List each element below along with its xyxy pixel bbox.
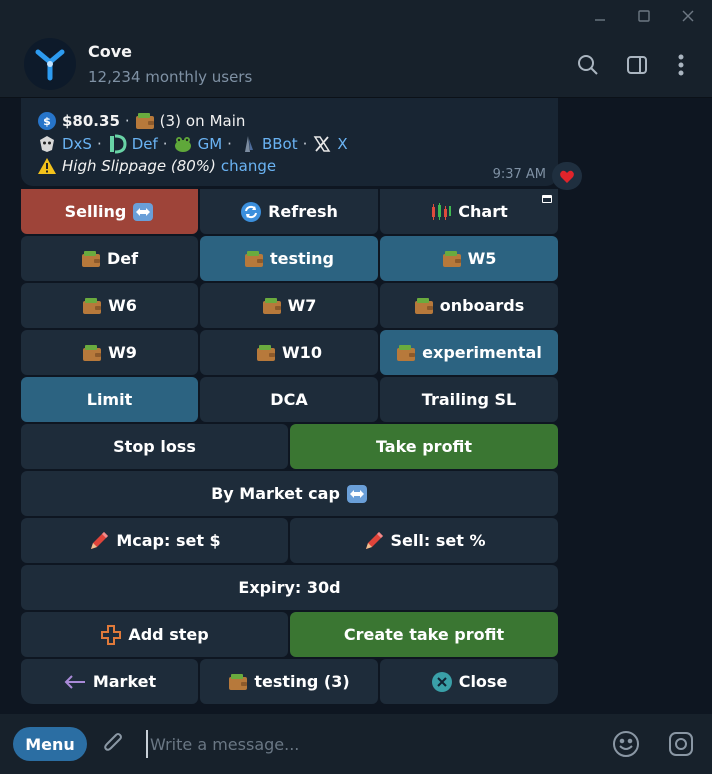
wallet-def-button[interactable]: Def xyxy=(21,236,198,281)
wallet-count: (3) xyxy=(159,112,181,130)
usdc-coin-icon: $ xyxy=(37,111,57,131)
warning-icon xyxy=(37,157,57,175)
wallet-testing-button[interactable]: testing xyxy=(200,236,378,281)
mcap-set-button[interactable]: Mcap: set $ xyxy=(21,518,288,563)
pencil-icon xyxy=(363,530,385,552)
wallet-icon xyxy=(442,250,462,268)
reaction-badge[interactable] xyxy=(552,162,582,190)
links-line: DxS · Def · GM · BBot · X xyxy=(37,134,348,154)
create-take-profit-button[interactable]: Create take profit xyxy=(290,612,558,657)
wallet-icon xyxy=(135,112,155,130)
wallet-icon xyxy=(256,344,276,362)
bot-menu-button[interactable]: Menu xyxy=(13,727,87,761)
sidebar-toggle-button[interactable] xyxy=(624,52,650,78)
wallet-icon xyxy=(414,297,434,315)
wallet-w10-button[interactable]: W10 xyxy=(200,330,378,375)
wallet-icon xyxy=(244,250,264,268)
camera-icon xyxy=(669,732,693,756)
dxs-icon xyxy=(37,134,57,154)
back-to-market-button[interactable]: Market xyxy=(21,659,198,704)
open-app-icon xyxy=(542,195,552,203)
swap-arrows-icon xyxy=(132,202,154,222)
wallet-name: Main xyxy=(209,112,246,130)
x-logo-icon xyxy=(312,134,332,154)
wallet-w6-button[interactable]: W6 xyxy=(21,283,198,328)
attach-button[interactable] xyxy=(100,730,128,762)
window-titlebar xyxy=(0,0,712,32)
search-button[interactable] xyxy=(575,52,601,78)
more-options-button[interactable] xyxy=(668,52,694,78)
wallet-w7-button[interactable]: W7 xyxy=(200,283,378,328)
arrow-left-icon xyxy=(63,673,87,691)
wallet-icon xyxy=(81,250,101,268)
wallet-icon xyxy=(262,297,282,315)
wallet-icon xyxy=(82,344,102,362)
plus-icon xyxy=(100,624,122,646)
paperclip-icon xyxy=(104,733,122,751)
more-vertical-icon xyxy=(678,54,684,76)
by-market-cap-button[interactable]: By Market cap xyxy=(21,471,558,516)
wallet-icon xyxy=(228,673,248,691)
add-step-button[interactable]: Add step xyxy=(21,612,288,657)
wallet-selector-button[interactable]: testing (3) xyxy=(200,659,378,704)
slippage-warning: High Slippage (80%) xyxy=(62,157,216,175)
chart-button[interactable]: Chart xyxy=(380,189,558,234)
wallet-w5-button[interactable]: W5 xyxy=(380,236,558,281)
wallet-onboards-button[interactable]: onboards xyxy=(380,283,558,328)
sell-set-button[interactable]: Sell: set % xyxy=(290,518,558,563)
close-circle-icon xyxy=(431,671,453,693)
message-input[interactable] xyxy=(146,730,576,758)
message-composer: Menu xyxy=(0,714,712,774)
minimize-icon xyxy=(595,19,605,21)
link-def[interactable]: Def xyxy=(132,135,158,153)
selling-toggle-button[interactable]: Selling xyxy=(21,189,198,234)
wallet-w9-button[interactable]: W9 xyxy=(21,330,198,375)
emoji-button[interactable] xyxy=(612,730,640,758)
bot-logo-icon xyxy=(35,49,65,81)
link-bbot[interactable]: BBot xyxy=(262,135,298,153)
sidebar-panel-icon xyxy=(627,56,647,74)
pencil-icon xyxy=(88,530,110,552)
link-gm[interactable]: GM xyxy=(198,135,223,153)
link-x[interactable]: X xyxy=(337,135,347,153)
avatar[interactable] xyxy=(24,38,76,90)
message-time: 9:37 AM xyxy=(492,167,546,182)
close-window-button[interactable] xyxy=(665,0,711,32)
change-slippage-link[interactable]: change xyxy=(221,157,276,175)
gm-frog-icon xyxy=(173,134,193,154)
def-icon xyxy=(107,134,127,154)
wallet-icon xyxy=(82,297,102,315)
minimize-button[interactable] xyxy=(577,0,623,32)
message-bubble: $ $80.35 · (3) on Main DxS · Def · GM · … xyxy=(21,98,558,186)
warning-line: High Slippage (80%) change xyxy=(37,156,276,176)
svg-text:$: $ xyxy=(43,115,51,128)
swap-arrows-icon xyxy=(346,484,368,504)
maximize-button[interactable] xyxy=(621,0,667,32)
dca-tab-button[interactable]: DCA xyxy=(200,377,378,422)
video-message-button[interactable] xyxy=(667,730,695,758)
close-keyboard-button[interactable]: Close xyxy=(380,659,558,704)
stop-loss-button[interactable]: Stop loss xyxy=(21,424,288,469)
balance-amount: $80.35 xyxy=(62,112,120,130)
take-profit-button[interactable]: Take profit xyxy=(290,424,558,469)
trailing-sl-tab-button[interactable]: Trailing SL xyxy=(380,377,558,422)
candlestick-chart-icon xyxy=(430,201,452,223)
wallet-experimental-button[interactable]: experimental xyxy=(380,330,558,375)
link-dxs[interactable]: DxS xyxy=(62,135,92,153)
chat-header: Cove 12,234 monthly users xyxy=(0,32,712,98)
limit-tab-button[interactable]: Limit xyxy=(21,377,198,422)
close-icon xyxy=(682,10,694,22)
heart-icon xyxy=(560,170,574,183)
balance-line: $ $80.35 · (3) on Main xyxy=(37,111,245,131)
search-icon xyxy=(578,55,598,75)
refresh-icon xyxy=(240,201,262,223)
chat-title[interactable]: Cove xyxy=(88,42,132,61)
maximize-icon xyxy=(638,10,650,22)
smiley-icon xyxy=(613,731,639,757)
wallet-icon xyxy=(396,344,416,362)
refresh-button[interactable]: Refresh xyxy=(200,189,378,234)
bbot-icon xyxy=(237,134,257,154)
expiry-button[interactable]: Expiry: 30d xyxy=(21,565,558,610)
chat-subtitle: 12,234 monthly users xyxy=(88,68,253,86)
